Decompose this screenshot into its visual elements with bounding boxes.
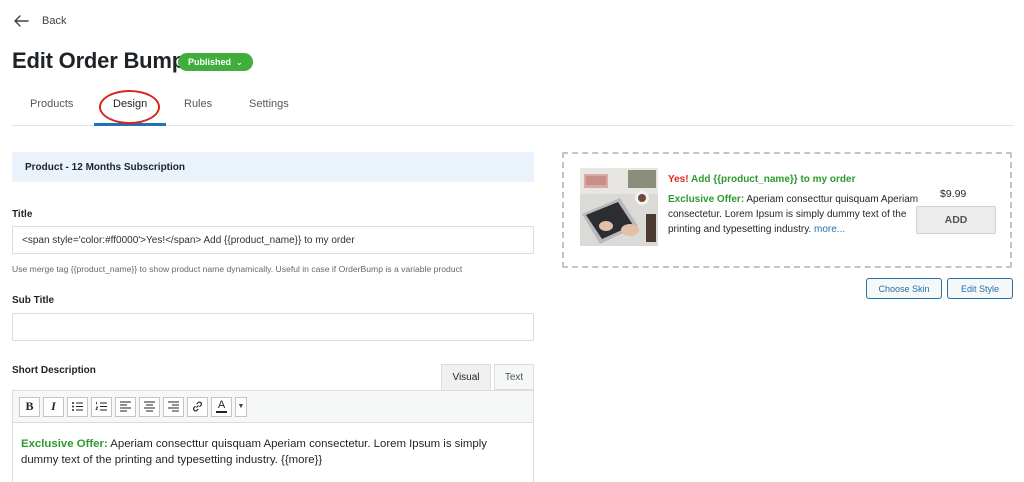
editor-tab-text[interactable]: Text xyxy=(494,364,534,390)
tab-settings[interactable]: Settings xyxy=(249,98,289,110)
link-button[interactable] xyxy=(187,396,208,417)
tab-rules[interactable]: Rules xyxy=(184,98,212,110)
add-button[interactable]: ADD xyxy=(916,206,996,234)
align-left-button[interactable] xyxy=(115,396,136,417)
link-icon xyxy=(193,401,202,412)
title-input[interactable]: <span style='color:#ff0000'>Yes!</span> … xyxy=(12,226,534,254)
arrow-left-icon xyxy=(14,15,29,27)
page-title: Edit Order Bump xyxy=(12,48,186,73)
editor-tab-visual[interactable]: Visual xyxy=(441,364,491,390)
numbered-list-icon xyxy=(95,401,107,411)
preview-price: $9.99 xyxy=(940,188,967,200)
product-image xyxy=(580,168,658,246)
title-label: Title xyxy=(12,209,33,220)
align-left-icon xyxy=(120,401,131,412)
subtitle-input[interactable] xyxy=(12,313,534,341)
preview-more-link[interactable]: more... xyxy=(814,224,845,235)
tab-bar: Products Design Rules Settings xyxy=(12,90,1014,126)
preview-heading: Yes! Add {{product_name}} to my order xyxy=(668,174,855,185)
preview-description: Exclusive Offer: Aperiam consecttur quis… xyxy=(668,192,922,237)
editor-content[interactable]: Exclusive Offer: Aperiam consecttur quis… xyxy=(13,423,533,468)
preview-heading-text: Add {{product_name}} to my order xyxy=(688,174,856,185)
edit-style-button[interactable]: Edit Style xyxy=(947,278,1013,299)
subtitle-label: Sub Title xyxy=(12,295,55,306)
title-help-text: Use merge tag {{product_name}} to show p… xyxy=(12,264,463,274)
italic-button[interactable]: I xyxy=(43,396,64,417)
chevron-down-icon: ⌄ xyxy=(236,57,243,67)
short-description-label: Short Description xyxy=(12,365,96,376)
bullet-list-button[interactable] xyxy=(67,396,88,417)
editor-toolbar: B I A ▼ xyxy=(13,391,533,423)
align-center-button[interactable] xyxy=(139,396,160,417)
align-center-icon xyxy=(144,401,155,412)
bold-button[interactable]: B xyxy=(19,396,40,417)
highlight-circle xyxy=(99,90,160,124)
editor-offer-label: Exclusive Offer: xyxy=(21,438,108,450)
numbered-list-button[interactable] xyxy=(91,396,112,417)
italic-icon: I xyxy=(51,399,56,413)
align-right-button[interactable] xyxy=(163,396,184,417)
text-color-dropdown-icon[interactable]: ▼ xyxy=(235,396,247,417)
tab-products[interactable]: Products xyxy=(30,98,73,110)
product-panel-header: Product - 12 Months Subscription xyxy=(12,152,534,182)
preview-heading-yes: Yes! xyxy=(668,174,689,185)
text-color-icon: A xyxy=(215,399,228,413)
short-description-editor: B I A ▼ Exclusive Offer: Aperiam consect… xyxy=(12,390,534,482)
align-right-icon xyxy=(168,401,179,412)
bullet-list-icon xyxy=(72,402,83,411)
choose-skin-button[interactable]: Choose Skin xyxy=(866,278,942,299)
bold-icon: B xyxy=(25,399,34,413)
preview-offer-label: Exclusive Offer: xyxy=(668,194,745,205)
text-color-button[interactable]: A xyxy=(211,396,232,417)
back-link[interactable]: Back xyxy=(12,12,66,30)
order-bump-preview: Yes! Add {{product_name}} to my order Ex… xyxy=(562,152,1012,268)
status-label: Published xyxy=(188,57,232,67)
back-label: Back xyxy=(42,15,67,27)
status-dropdown[interactable]: Published ⌄ xyxy=(178,53,253,71)
